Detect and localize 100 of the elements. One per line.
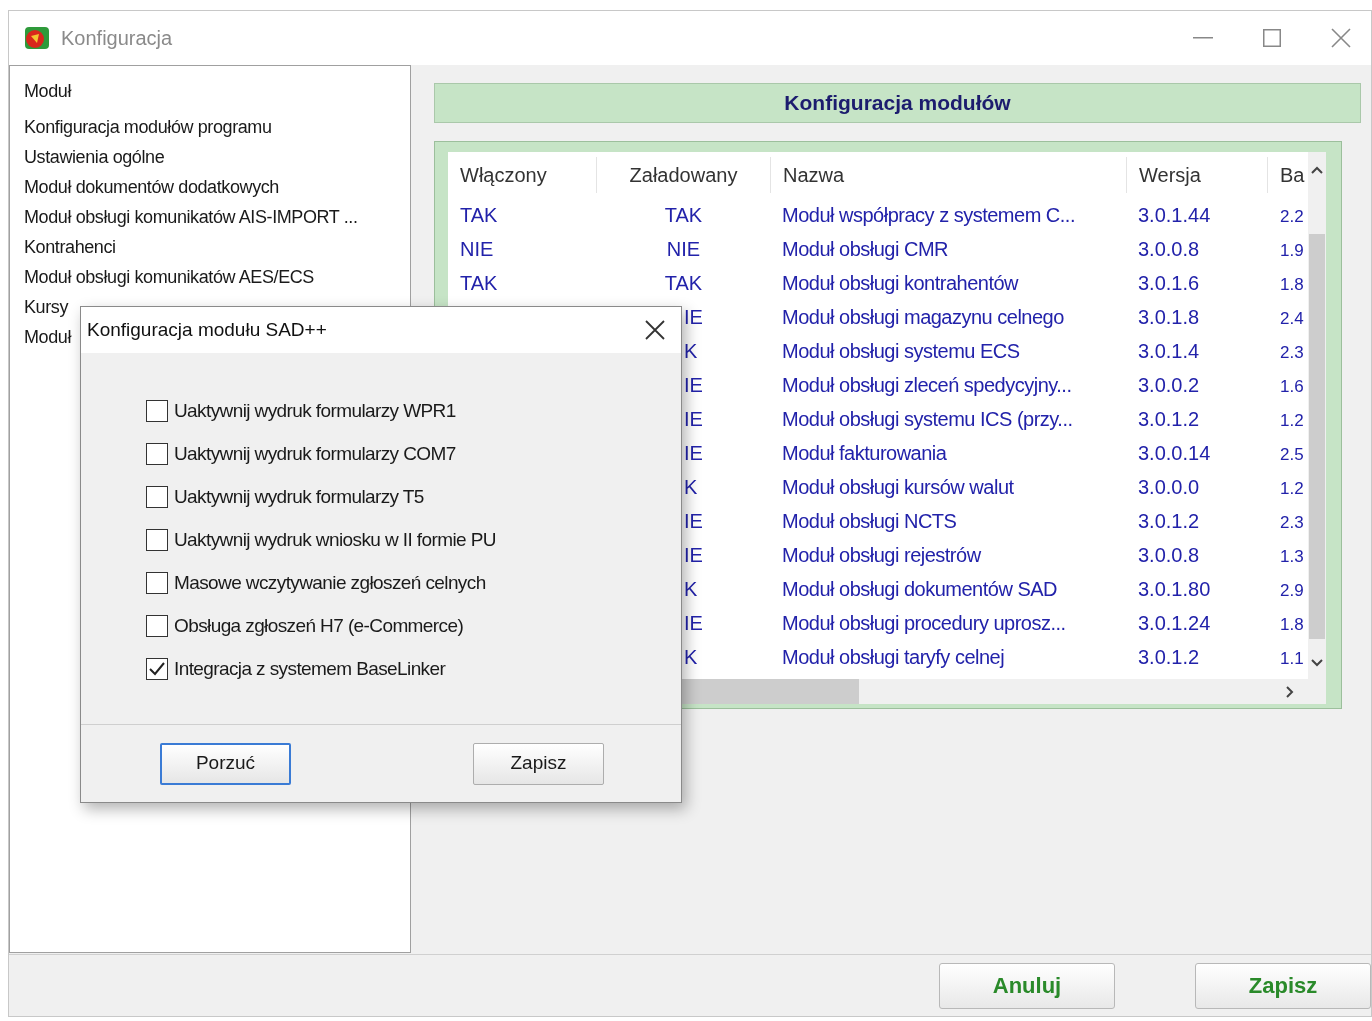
table-cell: 3.0.0.8 — [1138, 544, 1200, 566]
table-cell: Moduł obsługi CMR — [782, 238, 948, 260]
table-cell: NIE — [460, 238, 494, 260]
table-cell: 3.0.1.2 — [1138, 408, 1200, 430]
scroll-up-icon[interactable] — [1311, 166, 1323, 174]
table-cell: Moduł obsługi zleceń spedycyjny... — [782, 374, 1072, 396]
table-cell-text: K — [684, 577, 698, 602]
app-icon — [23, 24, 51, 52]
sidebar-item[interactable]: Kontrahenci — [24, 232, 116, 262]
checkbox[interactable] — [146, 658, 168, 680]
table-cell: 3.0.1.8 — [1138, 306, 1200, 328]
cancel-button[interactable]: Anuluj — [939, 962, 1115, 1009]
sidebar-item[interactable]: Moduł obsługi komunikatów AIS-IMPORT ... — [24, 202, 358, 232]
sidebar-item[interactable]: Ustawienia ogólne — [24, 142, 165, 172]
table-cell: 3.0.0.8 — [1138, 238, 1200, 260]
scroll-down-icon[interactable] — [1311, 659, 1323, 667]
column-header[interactable]: Nazwa — [771, 157, 1126, 193]
table-cell: 2.4 — [1280, 309, 1304, 328]
table-cell-text: TAK — [664, 203, 703, 228]
checkbox-label: Uaktywnij wydruk formularzy WPR1 — [174, 398, 456, 423]
table-cell: 3.0.0.14 — [1138, 442, 1211, 464]
table-cell: Moduł obsługi rejestrów — [782, 544, 981, 566]
table-cell: 3.0.0.2 — [1138, 374, 1200, 396]
table-cell: 3.0.1.6 — [1138, 272, 1200, 294]
table-cell: 3.0.1.2 — [1138, 646, 1200, 668]
discard-button[interactable]: Porzuć — [160, 742, 291, 785]
sidebar-item[interactable]: Moduł — [24, 322, 72, 352]
table-cell: Moduł obsługi systemu ICS (przy... — [782, 408, 1073, 430]
panel-title-bar: Konfiguracja modułów — [434, 83, 1361, 123]
checkbox-label: Obsługa zgłoszeń H7 (e-Commerce) — [174, 613, 464, 638]
table-cell: 1.2 — [1280, 479, 1304, 498]
close-icon[interactable] — [645, 320, 665, 340]
dialog-title: Konfiguracja modułu SAD++ — [87, 317, 327, 342]
checkbox[interactable] — [146, 400, 168, 422]
checkbox[interactable] — [146, 615, 168, 637]
table-cell-text: K — [684, 645, 698, 670]
table-cell: 1.6 — [1280, 377, 1304, 396]
table-cell-text: IE — [684, 305, 703, 330]
table-cell-text: K — [684, 475, 698, 500]
table-cell: 3.0.0.0 — [1138, 476, 1200, 498]
checkbox-label: Uaktywnij wydruk formularzy T5 — [174, 484, 424, 509]
sidebar-item[interactable]: Konfiguracja modułów programu — [24, 112, 272, 142]
table-cell: 3.0.1.80 — [1138, 578, 1211, 600]
table-cell-text: IE — [684, 543, 703, 568]
checkbox[interactable] — [146, 529, 168, 551]
table-cell: 1.3 — [1280, 547, 1304, 566]
column-header[interactable]: Załadowany — [596, 157, 771, 193]
window-title: Konfiguracja — [61, 26, 173, 51]
checkbox[interactable] — [146, 486, 168, 508]
table-cell-text: IE — [684, 407, 703, 432]
checkbox-label: Integracja z systemem BaseLinker — [174, 656, 446, 681]
table-cell: 3.0.1.44 — [1138, 204, 1211, 226]
checkbox[interactable] — [146, 572, 168, 594]
table-cell: 2.9 — [1280, 581, 1304, 600]
maximize-icon[interactable] — [1263, 29, 1281, 47]
table-cell: Moduł fakturowania — [782, 442, 947, 464]
column-header[interactable]: Ba — [1268, 157, 1308, 193]
table-cell: 1.9 — [1280, 241, 1304, 260]
table-cell: 3.0.1.24 — [1138, 612, 1211, 634]
table-cell: Moduł obsługi NCTS — [782, 510, 957, 532]
sidebar-item[interactable]: Moduł dokumentów dodatkowych — [24, 172, 279, 202]
sidebar-item[interactable]: Moduł — [24, 76, 72, 106]
table-cell-text: IE — [684, 509, 703, 534]
table-cell: Moduł współpracy z systemem C... — [782, 204, 1075, 226]
table-cell: Moduł obsługi procedury uprosz... — [782, 612, 1066, 634]
table-cell: Moduł obsługi taryfy celnej — [782, 646, 1005, 668]
vertical-scrollbar[interactable] — [1308, 152, 1326, 679]
table-cell: 3.0.1.4 — [1138, 340, 1200, 362]
checkbox-label: Masowe wczytywanie zgłoszeń celnych — [174, 570, 486, 595]
sidebar-item[interactable]: Moduł obsługi komunikatów AES/ECS — [24, 262, 314, 292]
table-cell: 1.1 — [1280, 649, 1304, 668]
table-cell-text: TAK — [664, 271, 703, 296]
save-button[interactable]: Zapisz — [473, 742, 604, 785]
table-cell-text: NIE — [666, 237, 701, 262]
table-cell: 2.3 — [1280, 343, 1304, 362]
table-cell: 2.3 — [1280, 513, 1304, 532]
table-cell-text: K — [684, 339, 698, 364]
table-cell-text: IE — [684, 373, 703, 398]
save-button[interactable]: Zapisz — [1195, 962, 1371, 1009]
table-cell: TAK — [460, 272, 498, 294]
table-cell: 3.0.1.2 — [1138, 510, 1200, 532]
checkbox[interactable] — [146, 443, 168, 465]
scroll-right-icon[interactable] — [1286, 685, 1294, 698]
table-cell: TAK — [460, 204, 498, 226]
table-cell: 2.2 — [1280, 207, 1304, 226]
table-cell: 1.8 — [1280, 275, 1304, 294]
column-header[interactable]: Włączony — [448, 157, 596, 193]
table-cell: Moduł obsługi systemu ECS — [782, 340, 1020, 362]
sidebar-item[interactable]: Kursy — [24, 292, 68, 322]
checkbox-label: Uaktywnij wydruk formularzy COM7 — [174, 441, 456, 466]
column-header[interactable]: Wersja — [1126, 157, 1268, 193]
table-cell: Moduł obsługi dokumentów SAD — [782, 578, 1058, 600]
table-cell-text: IE — [684, 611, 703, 636]
checkbox-label: Uaktywnij wydruk wniosku w II formie PU — [174, 527, 496, 552]
table-cell: Moduł obsługi kontrahentów — [782, 272, 1019, 294]
table-cell-text: IE — [684, 441, 703, 466]
scrollbar-thumb[interactable] — [1309, 234, 1325, 639]
table-cell: Moduł obsługi kursów walut — [782, 476, 1014, 498]
table-cell: Moduł obsługi magazynu celnego — [782, 306, 1064, 328]
table-cell: 1.2 — [1280, 411, 1304, 430]
